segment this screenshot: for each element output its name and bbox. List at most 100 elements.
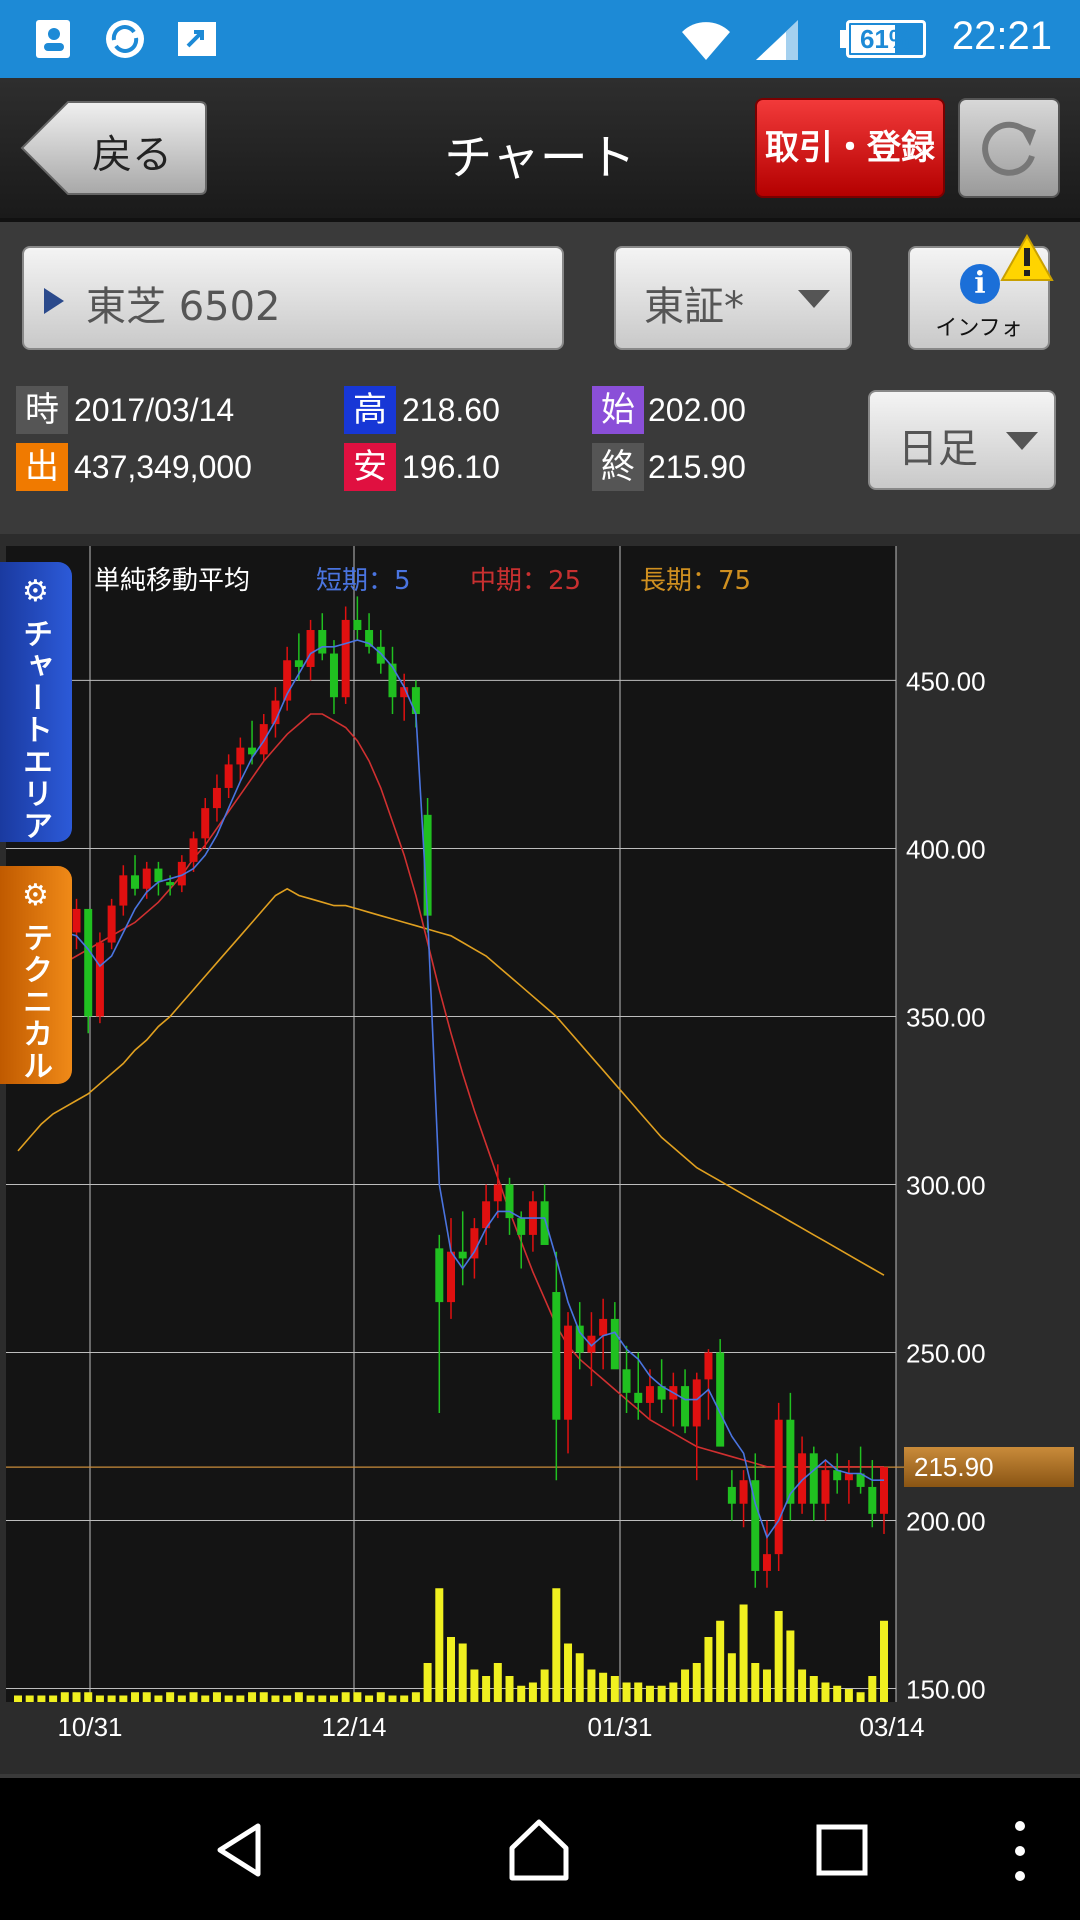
navigation-bar [0,1778,1080,1920]
info-icon: i [960,264,1000,304]
volume-bar [14,1695,22,1702]
candle-body [610,1318,619,1370]
candle-body [517,1218,526,1235]
refresh-icon [982,121,1036,176]
candlestick-chart[interactable]: 450.00 400.00 350.00 300.00 250.00 200.00 150.… [0,534,1080,1774]
volume-bar [599,1672,608,1702]
period-dropdown[interactable]: 日足 [868,390,1056,490]
volume-bar [505,1676,514,1702]
x-tick-label: 12/14 [321,1712,386,1742]
back-nav-icon[interactable] [210,1820,270,1880]
period-value: 日足 [898,426,978,472]
volume-bar [259,1692,268,1702]
plot-background [6,546,896,1702]
candle-body [844,1473,853,1481]
volume-bar [809,1676,818,1702]
volume-bar [622,1682,631,1702]
volume-bar [540,1669,549,1702]
candle-body [353,619,362,631]
volume-bar [189,1692,198,1702]
candle-body [212,787,221,809]
y-tick-label: 450.00 [906,666,986,696]
quote-volume: 437,349,000 [74,449,252,485]
candle-body [634,1392,643,1403]
volume-bar [423,1663,432,1702]
y-tick-label: 150.00 [906,1675,986,1705]
volume-bar [470,1669,479,1702]
volume-bar [388,1695,397,1702]
candle-body [681,1386,690,1427]
volume-bar [400,1695,409,1702]
volume-bar [294,1692,303,1702]
chart-area[interactable]: 450.00 400.00 350.00 300.00 250.00 200.00 150.… [0,534,1080,1774]
battery-percent: 61% [859,24,913,54]
recents-nav-icon[interactable] [814,1822,870,1878]
volume-bar [727,1653,736,1702]
candle-body [447,1251,455,1303]
candle-body [493,1184,502,1202]
candle-body [774,1419,783,1555]
volume-bar [341,1692,350,1702]
candle-body [329,653,338,698]
contacts-icon [36,20,70,58]
chevron-down-icon [798,290,830,308]
technical-tab[interactable]: ⚙ テクニカル [0,866,72,1084]
volume-bar [224,1695,233,1702]
chart-area-tab-label: チャートエリア [17,618,52,842]
quote-high: 218.60 [402,392,500,428]
legend-mid: 中期：25 [470,566,582,596]
volume-bar [435,1588,444,1702]
volume-bar [177,1695,186,1702]
volume-bar [739,1604,748,1702]
sync-icon [106,20,144,58]
volume-bar [107,1695,116,1702]
volume-bar [25,1695,34,1702]
volume-bar [353,1692,362,1702]
close-badge: 終 [592,443,644,491]
volume-bar [49,1695,58,1702]
candle-body [95,942,104,1017]
y-tick-label: 250.00 [906,1339,986,1369]
legend-long: 長期：75 [640,566,752,596]
candle-body [458,1251,467,1259]
candle-body [306,630,315,667]
candle-body [84,908,93,1017]
volume-bar [762,1669,771,1702]
volume-bar [751,1663,760,1702]
stock-selector[interactable]: 東芝 6502 [22,246,564,350]
home-nav-icon[interactable] [506,1818,572,1882]
volume-bar [657,1685,666,1702]
candle-body [376,646,385,664]
wifi-icon [682,22,730,60]
legend-short: 短期：5 [316,566,411,596]
trade-register-button[interactable]: 取引・登録 [755,98,945,198]
warning-icon [1000,234,1054,281]
candle-body [72,908,81,933]
refresh-button[interactable] [958,98,1060,198]
candle-body [727,1486,736,1504]
candle-body [201,808,210,839]
candle-body [540,1201,549,1245]
clock: 22:21 [951,14,1052,58]
volume-bar [517,1685,526,1702]
volume-bar [844,1689,853,1702]
candle-body [599,1318,608,1336]
signal-icon [756,20,798,60]
more-options-icon[interactable] [1008,1816,1032,1886]
market-dropdown[interactable]: 東証* [614,246,852,350]
candle-body [318,630,327,654]
x-tick-label: 01/31 [587,1712,652,1742]
candle-body [154,868,163,883]
chart-area-tab[interactable]: ⚙ チャートエリア [0,562,72,842]
low-badge: 安 [344,443,396,491]
volume-bar [774,1611,783,1702]
volume-bar [37,1695,46,1702]
chevron-down-icon [1006,432,1038,450]
candle-body [821,1470,830,1504]
volume-bar [575,1653,584,1702]
volume-bar [212,1692,221,1702]
volume-badge: 出 [16,443,68,491]
header: 戻る チャート 取引・登録 [0,78,1080,222]
y-tick-label: 300.00 [906,1170,986,1200]
volume-bar [786,1630,795,1702]
